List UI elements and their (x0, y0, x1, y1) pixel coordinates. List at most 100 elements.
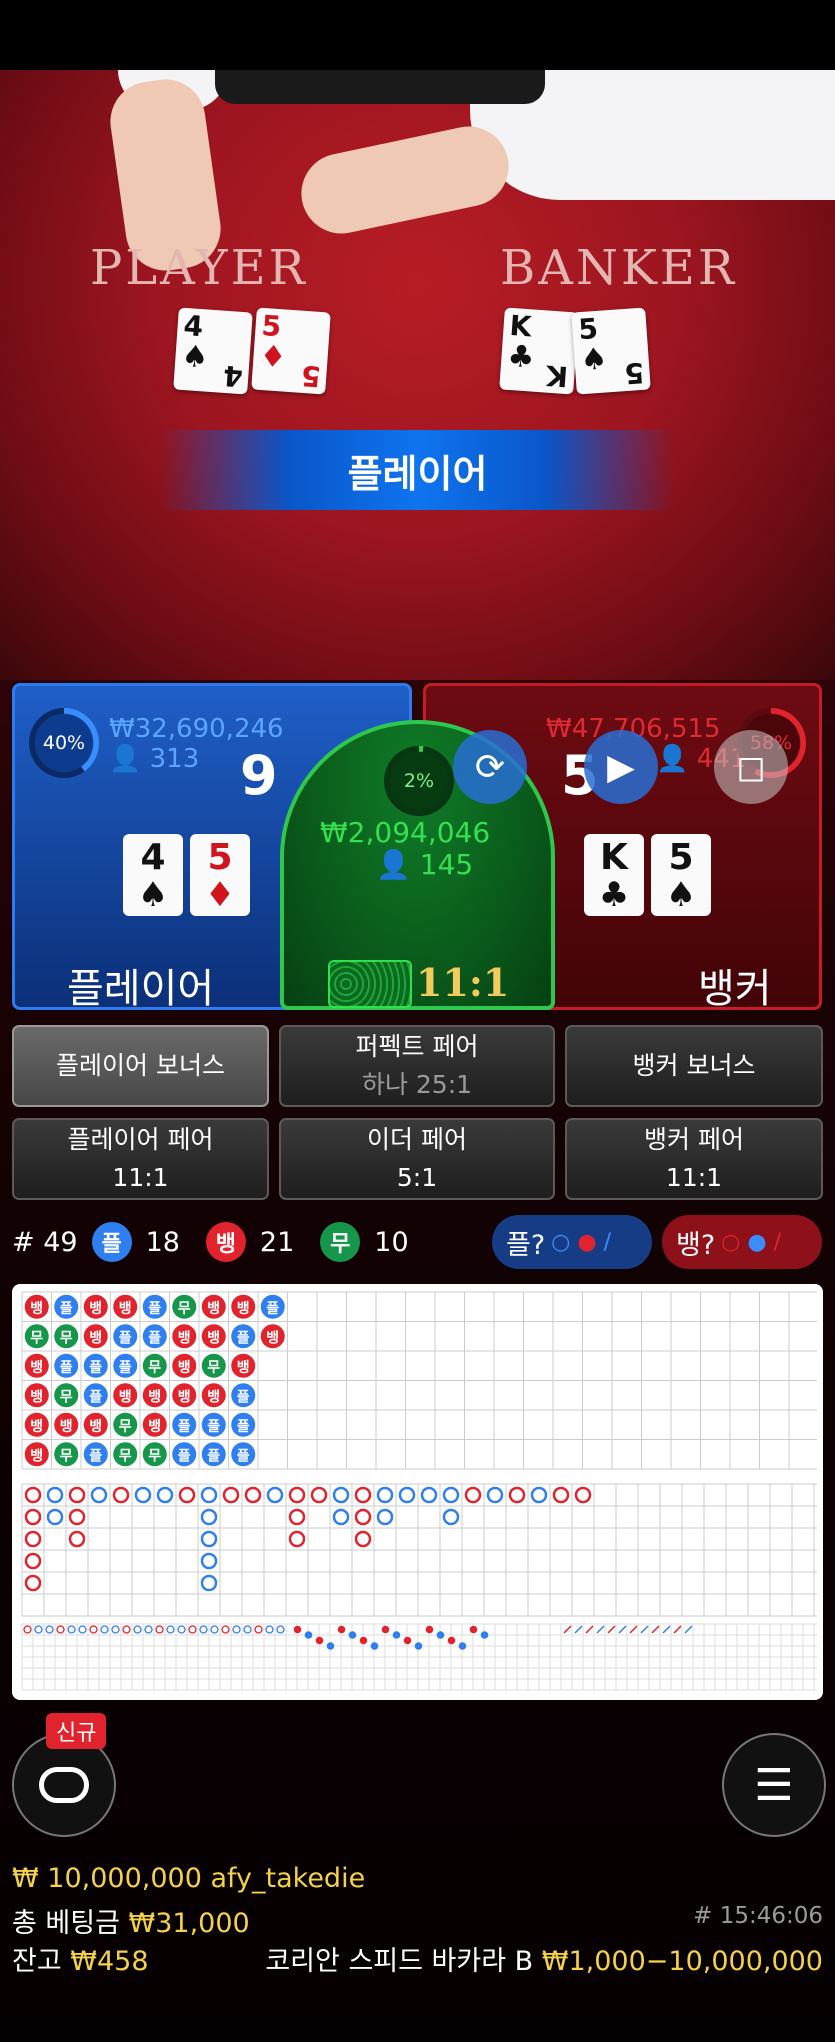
big-road-mark (200, 1530, 218, 1548)
bead-label: 플 (148, 1330, 161, 1346)
tie-percent: 2% (403, 770, 435, 792)
player-bet-amount: ₩32,690,246 (109, 714, 284, 744)
bead-label: 무 (60, 1330, 73, 1346)
bead-label: 플 (89, 1448, 102, 1464)
either-pair-label: 이더 페어 (367, 1125, 467, 1154)
big-road-mark (222, 1486, 240, 1504)
game-time: # 15:46:06 (693, 1903, 823, 1929)
cockroach-mark (585, 1625, 594, 1634)
replay-button[interactable]: ▶ (584, 730, 658, 804)
player-table-title: PLAYER (90, 240, 308, 296)
bead-label: 무 (148, 1360, 161, 1376)
rotate-camera-icon: ⟳ (474, 746, 506, 788)
big-road-mark (398, 1486, 416, 1504)
small-road-mark (304, 1631, 313, 1639)
small-road-mark (348, 1631, 357, 1639)
menu-button[interactable]: ☰ (722, 1733, 826, 1837)
bead-label: 뱅 (207, 1330, 220, 1346)
bead-label: 플 (119, 1330, 132, 1346)
balance-value: ₩458 (70, 1946, 149, 1977)
bead-label: 플 (207, 1419, 220, 1435)
cockroach-mark (673, 1625, 682, 1634)
player-win-count: 18 (145, 1226, 180, 1258)
big-road-mark (46, 1486, 64, 1504)
banker-table-title: BANKER (500, 240, 737, 296)
player-pair-odds: 11:1 (112, 1163, 169, 1192)
either-pair-odds: 5:1 (396, 1163, 438, 1192)
big-eye-mark (221, 1625, 230, 1634)
dealer-right-hand (293, 119, 517, 241)
player-user-count: 👤 313 (109, 744, 200, 774)
cockroach-mark (640, 1625, 649, 1634)
live-video-feed: PLAYER BANKER 4 ♠ 4 5 ♦ 5 K ♣ K 5 ♠ 5 (0, 70, 835, 680)
tie-chip-icon (328, 960, 412, 1008)
big-eye-mark (122, 1625, 131, 1634)
banker-pair-bet[interactable]: 뱅커 페어 11:1 (565, 1118, 823, 1200)
bead-label: 플 (89, 1360, 102, 1376)
cockroach-mark (596, 1625, 605, 1634)
rotate-camera-button[interactable]: ⟳ (453, 730, 527, 804)
ask-banker-label: 뱅? (676, 1229, 716, 1261)
tie-user-count: 👤 145 (376, 848, 474, 881)
new-badge: 신규 (46, 1713, 107, 1749)
bead-label: 무 (30, 1330, 43, 1346)
big-road-mark (530, 1486, 548, 1504)
banker-bet-label: 뱅커 (698, 966, 772, 1012)
ask-banker-button[interactable]: 뱅? ○ ● / (662, 1215, 822, 1269)
big-road-mark (552, 1486, 570, 1504)
bead-label: 뱅 (89, 1419, 102, 1435)
player-bet-label: 플레이어 (67, 966, 215, 1012)
big-road-mark (508, 1486, 526, 1504)
big-eye-mark (254, 1625, 263, 1634)
big-road-mark (112, 1486, 130, 1504)
big-road-mark (68, 1530, 86, 1548)
bead-label: 무 (60, 1389, 73, 1405)
big-eye-mark (56, 1625, 65, 1634)
perfect-pair-bet[interactable]: 퍼펙트 페어 하나 25:1 (279, 1025, 555, 1107)
player-percent-ring: 40% (29, 708, 99, 778)
bead-label: 플 (89, 1389, 102, 1405)
big-eye-mark (276, 1625, 285, 1634)
big-road-mark (200, 1508, 218, 1526)
player-pair-bet[interactable]: 플레이어 페어 11:1 (12, 1118, 269, 1200)
stop-button[interactable]: ◻ (714, 730, 788, 804)
big-road-mark (332, 1508, 350, 1526)
user-icon: 👤 (376, 848, 411, 881)
big-road-mark (200, 1552, 218, 1570)
big-road-mark (332, 1486, 350, 1504)
big-eye-mark (67, 1625, 76, 1634)
bead-label: 뱅 (119, 1301, 132, 1317)
big-road-mark (24, 1486, 42, 1504)
small-road-mark (326, 1642, 335, 1650)
scoreboard-roadmap[interactable]: 뱅무뱅뱅뱅뱅플무플무뱅무뱅뱅플플뱅플뱅플플뱅무무플플무뱅뱅무무뱅뱅뱅플플뱅뱅무뱅… (12, 1284, 823, 1700)
banker-card-2: 5 ♠ (651, 834, 711, 916)
banker-bonus-bet[interactable]: 뱅커 보너스 (565, 1025, 823, 1107)
big-road-mark (178, 1486, 196, 1504)
big-road-mark (288, 1530, 306, 1548)
either-pair-bet[interactable]: 이더 페어 5:1 (279, 1118, 555, 1200)
big-eye-mark (100, 1625, 109, 1634)
table-card-player-2: 5 ♦ 5 (251, 307, 331, 395)
big-road-mark (200, 1574, 218, 1592)
table-card-banker-1: K ♣ K (499, 307, 579, 395)
small-road-mark (403, 1636, 412, 1645)
big-road-mark (310, 1486, 328, 1504)
small-road-mark (480, 1631, 489, 1639)
small-road-mark (436, 1631, 445, 1639)
banker-bonus-label: 뱅커 보너스 (632, 1051, 756, 1080)
bead-label: 무 (119, 1448, 132, 1464)
big-eye-mark (166, 1625, 175, 1634)
user-icon: 👤 (656, 744, 689, 774)
total-bet-value: ₩31,000 (128, 1908, 250, 1939)
bead-label: 플 (237, 1330, 250, 1346)
big-road-mark (442, 1486, 460, 1504)
big-road-mark (24, 1530, 42, 1548)
bead-label: 뱅 (30, 1419, 43, 1435)
total-bet: 총 베팅금 ₩31,000 (12, 1901, 250, 1940)
perfect-pair-label: 퍼펙트 페어 (355, 1032, 479, 1061)
ask-player-button[interactable]: 플? ○ ● / (492, 1215, 652, 1269)
perfect-pair-odds: 하나 25:1 (361, 1070, 473, 1099)
banker-symbol: 뱅 (205, 1222, 246, 1262)
player-bonus-bet[interactable]: 플레이어 보너스 (12, 1025, 269, 1107)
bead-label: 뱅 (30, 1448, 43, 1464)
